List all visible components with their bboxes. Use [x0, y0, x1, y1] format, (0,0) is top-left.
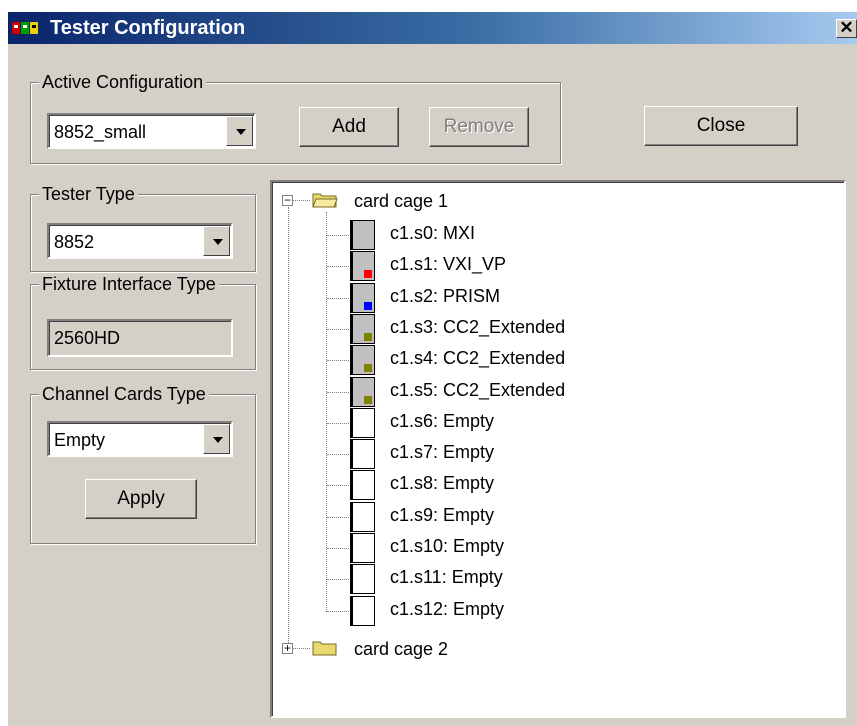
collapse-cage1-icon[interactable]: −: [282, 194, 293, 206]
active-configuration-legend: Active Configuration: [39, 71, 207, 93]
slot-icon: [350, 282, 375, 313]
active-configuration-value: 8852_small: [54, 122, 147, 142]
remove-button[interactable]: Remove: [429, 107, 529, 147]
cage2-label[interactable]: card cage 2: [354, 638, 448, 660]
title-bar[interactable]: Tester Configuration ✕: [8, 12, 857, 44]
slot-icon: [350, 376, 375, 407]
tester-type-legend: Tester Type: [39, 183, 138, 205]
slot-icon: [350, 595, 375, 626]
slot-icon: [350, 220, 375, 250]
slot-label[interactable]: c1.s7: Empty: [390, 441, 494, 463]
chevron-down-icon[interactable]: [226, 116, 253, 146]
slot-label[interactable]: c1.s12: Empty: [390, 598, 504, 620]
slot-icon: [350, 251, 375, 282]
slot-label[interactable]: c1.s9: Empty: [390, 504, 494, 526]
card-cage-tree[interactable]: − card cage 1 c1.s0: MXI c1.s1: VXI_VP c1.…: [270, 180, 846, 718]
slot-icon: [350, 407, 375, 438]
tester-configuration-dialog: Tester Configuration ✕ Active Configurat…: [8, 12, 857, 726]
slot-label[interactable]: c1.s5: CC2_Extended: [390, 379, 565, 401]
fixture-interface-field: 2560HD: [47, 319, 233, 357]
slot-label[interactable]: c1.s1: VXI_VP: [390, 253, 506, 275]
add-button[interactable]: Add: [299, 107, 399, 147]
channel-cards-group: Channel Cards Type Empty Apply: [30, 383, 256, 544]
close-icon: ✕: [839, 18, 854, 37]
slot-label[interactable]: c1.s4: CC2_Extended: [390, 347, 565, 369]
expand-cage2-icon[interactable]: +: [282, 642, 293, 654]
cage1-label[interactable]: card cage 1: [354, 190, 448, 212]
slot-icon: [350, 439, 375, 470]
slot-icon: [350, 470, 375, 501]
cage1-branch-line: [326, 212, 327, 612]
channel-cards-select[interactable]: Empty: [47, 421, 233, 457]
close-button[interactable]: Close: [644, 106, 798, 146]
slot-label[interactable]: c1.s3: CC2_Extended: [390, 316, 565, 338]
tester-type-group: Tester Type 8852: [30, 183, 256, 272]
folder-icon: [312, 641, 337, 656]
tester-type-select[interactable]: 8852: [47, 223, 233, 259]
channel-cards-legend: Channel Cards Type: [39, 383, 209, 405]
slot-label[interactable]: c1.s10: Empty: [390, 535, 504, 557]
slot-label[interactable]: c1.s8: Empty: [390, 472, 494, 494]
fixture-interface-group: Fixture Interface Type 2560HD: [30, 273, 256, 370]
chevron-down-icon[interactable]: [203, 424, 230, 454]
slot-label[interactable]: c1.s0: MXI: [390, 222, 475, 244]
active-configuration-select[interactable]: 8852_small: [47, 113, 256, 149]
slot-label[interactable]: c1.s2: PRISM: [390, 285, 500, 307]
chevron-down-icon[interactable]: [203, 226, 230, 256]
app-icon: [12, 22, 38, 34]
slot-label[interactable]: c1.s11: Empty: [390, 566, 503, 588]
slot-icon: [350, 345, 375, 376]
apply-button[interactable]: Apply: [85, 479, 197, 519]
window-title: Tester Configuration: [50, 17, 246, 39]
slot-icon: [350, 501, 375, 532]
channel-cards-value: Empty: [54, 430, 106, 450]
slot-icon: [350, 313, 375, 344]
slot-icon: [350, 533, 375, 563]
fixture-interface-legend: Fixture Interface Type: [39, 273, 219, 295]
slot-label[interactable]: c1.s6: Empty: [390, 410, 494, 432]
active-configuration-group: Active Configuration 8852_small Add Remo…: [30, 71, 561, 164]
slot-icon: [350, 564, 375, 595]
open-folder-icon: [312, 193, 338, 208]
close-window-button[interactable]: ✕: [836, 19, 857, 38]
tester-type-value: 8852: [54, 232, 95, 252]
